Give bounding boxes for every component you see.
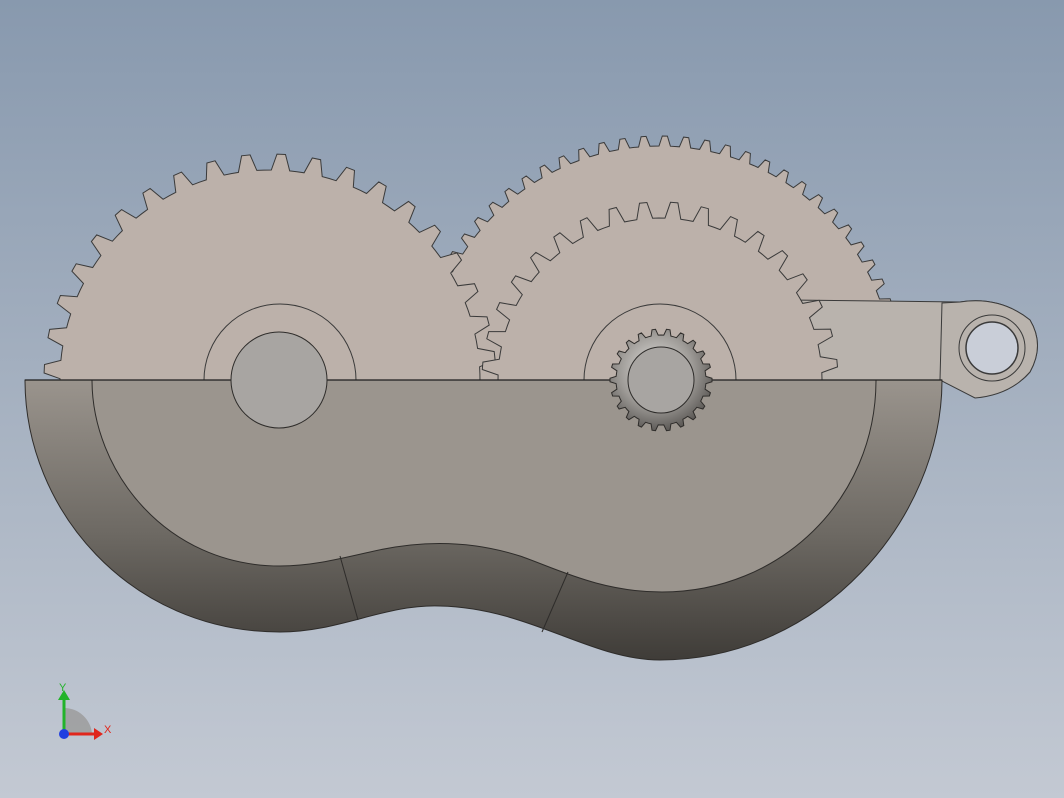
- lever-eye-hole: [965, 321, 1019, 375]
- z-axis-dot-icon: [59, 729, 69, 739]
- y-axis-label: Y: [59, 682, 67, 694]
- graphics-viewport[interactable]: Y X: [0, 0, 1064, 798]
- pinion-shaft-end: [627, 346, 695, 414]
- x-axis-label: X: [104, 724, 112, 736]
- left-shaft[interactable]: [230, 331, 328, 429]
- model-scene[interactable]: Y X: [0, 0, 1064, 798]
